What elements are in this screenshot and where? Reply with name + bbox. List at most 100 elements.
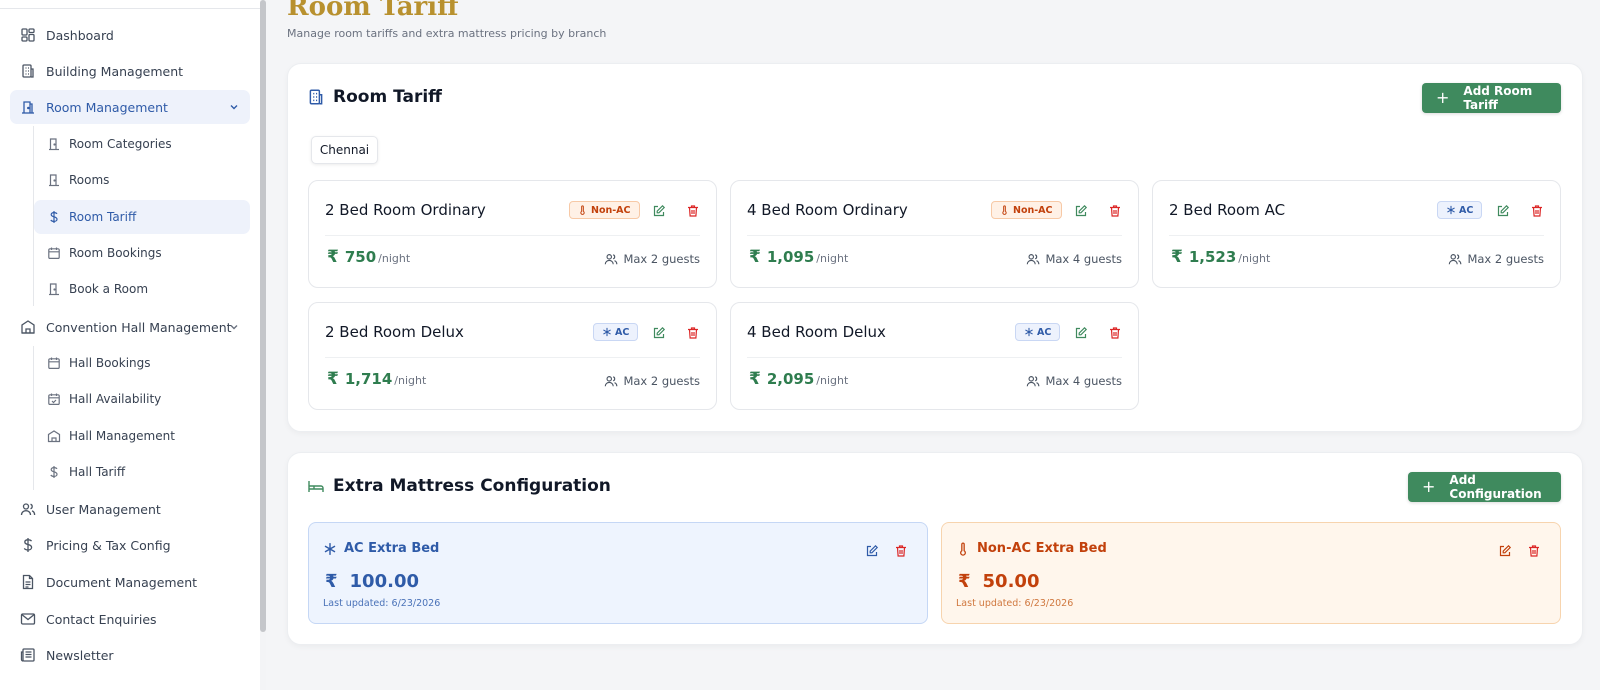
rupee-icon: ₹ xyxy=(749,369,761,389)
add-configuration-label: Add Configuration xyxy=(1449,473,1542,501)
plus-icon: + xyxy=(1436,88,1450,107)
calendar-check-icon xyxy=(47,392,61,406)
page-subtitle: Manage room tariffs and extra mattress p… xyxy=(287,27,607,40)
sidebar-item-hall-tariff[interactable]: Hall Tariff xyxy=(34,455,250,489)
edit-icon[interactable] xyxy=(1498,543,1512,557)
sidebar-item-hall-availability[interactable]: Hall Availability xyxy=(34,382,250,416)
guests-label: Max 2 guests xyxy=(623,374,700,388)
tariff-card: 2 Bed Room AC AC ₹ 1,523 /night Max 2 gu… xyxy=(1152,180,1561,288)
badge-label: Non-AC xyxy=(591,204,631,216)
sidebar-item-room-management[interactable]: Room Management xyxy=(10,90,250,124)
price-unit: /night xyxy=(378,252,411,265)
status-badge: Non-AC xyxy=(991,201,1062,219)
price-unit: /night xyxy=(1238,252,1271,265)
sidebar-item-room-categories[interactable]: Room Categories xyxy=(34,127,250,161)
status-badge: AC xyxy=(1015,323,1061,341)
sidebar-item-pricing-tax-config[interactable]: Pricing & Tax Config xyxy=(10,528,250,562)
sidebar-item-label: Contact Enquiries xyxy=(46,611,157,627)
snowflake-icon xyxy=(323,542,337,556)
room-name: 4 Bed Room Delux xyxy=(747,323,886,341)
sidebar-item-label: Newsletter xyxy=(46,647,114,663)
edit-icon[interactable] xyxy=(1074,203,1088,217)
price-amount: 750 xyxy=(344,248,377,266)
door-icon xyxy=(47,282,61,296)
sidebar-item-document-management[interactable]: Document Management xyxy=(10,565,250,599)
sidebar-divider xyxy=(0,8,260,9)
door-icon xyxy=(47,173,61,187)
tariff-card: 4 Bed Room Delux AC ₹ 2,095 /night Max 4… xyxy=(730,302,1139,410)
sidebar-item-label: Hall Tariff xyxy=(69,465,126,479)
trash-icon[interactable] xyxy=(1108,203,1122,217)
add-configuration-button[interactable]: + Add Configuration xyxy=(1408,472,1561,502)
price-amount: 100.00 xyxy=(349,571,419,592)
calendar-icon xyxy=(47,356,61,370)
thermometer-icon xyxy=(1002,205,1007,215)
tab-chennai[interactable]: Chennai xyxy=(311,136,378,164)
calendar-icon xyxy=(47,246,61,260)
building-icon xyxy=(307,88,325,106)
sidebar-item-rooms[interactable]: Rooms xyxy=(34,163,250,197)
hall-icon xyxy=(47,429,61,443)
rupee-icon: ₹ xyxy=(325,571,338,592)
rupee-icon: ₹ xyxy=(327,247,339,267)
trash-icon[interactable] xyxy=(1108,325,1122,339)
tariff-card: 2 Bed Room Delux AC ₹ 1,714 /night Max 2… xyxy=(308,302,717,410)
trash-icon[interactable] xyxy=(1530,203,1544,217)
users-icon xyxy=(1026,252,1040,266)
thermometer-icon xyxy=(956,542,970,556)
rupee-icon: ₹ xyxy=(749,247,761,267)
sidebar-item-label: Building Management xyxy=(46,63,184,79)
sidebar-item-book-a-room[interactable]: Book a Room xyxy=(34,272,250,306)
divider xyxy=(1169,235,1544,236)
sidebar-item-label: User Management xyxy=(46,501,161,517)
sidebar-item-hall-bookings[interactable]: Hall Bookings xyxy=(34,346,250,380)
sidebar-item-newsletter[interactable]: Newsletter xyxy=(10,638,250,672)
guest-capacity: Max 2 guests xyxy=(604,374,700,388)
divider xyxy=(747,235,1122,236)
add-room-tariff-label: Add Room Tariff xyxy=(1463,84,1533,112)
price-amount: 1,714 xyxy=(344,370,393,388)
trash-icon[interactable] xyxy=(686,203,700,217)
rupee-icon: ₹ xyxy=(958,571,971,592)
mattress-price: ₹ 50.00 xyxy=(958,571,1039,592)
tariff-card: 4 Bed Room Ordinary Non-AC ₹ 1,095 /nigh… xyxy=(730,180,1139,288)
rupee-icon: ₹ xyxy=(1171,247,1183,267)
chevron-down-icon xyxy=(228,321,240,333)
trash-icon[interactable] xyxy=(686,325,700,339)
guests-label: Max 2 guests xyxy=(623,252,700,266)
sidebar-scrollbar-thumb[interactable] xyxy=(260,0,266,632)
edit-icon[interactable] xyxy=(1074,325,1088,339)
document-icon xyxy=(20,574,36,590)
sidebar-item-label: Rooms xyxy=(69,173,110,187)
sidebar-item-room-tariff[interactable]: Room Tariff xyxy=(34,200,250,234)
sidebar-item-user-management[interactable]: User Management xyxy=(10,492,250,526)
sidebar-item-building-management[interactable]: Building Management xyxy=(10,54,250,88)
trash-icon[interactable] xyxy=(1527,543,1541,557)
guest-capacity: Max 4 guests xyxy=(1026,374,1122,388)
badge-label: AC xyxy=(1459,204,1474,216)
dollar-icon xyxy=(47,465,61,479)
users-icon xyxy=(1026,374,1040,388)
dollar-icon xyxy=(20,537,36,553)
door-icon xyxy=(47,137,61,151)
add-room-tariff-button[interactable]: + Add Room Tariff xyxy=(1422,83,1561,113)
edit-icon[interactable] xyxy=(865,543,879,557)
status-badge: AC xyxy=(593,323,639,341)
sidebar-item-convention-hall-management[interactable]: Convention Hall Management xyxy=(10,310,250,344)
price-unit: /night xyxy=(816,374,849,387)
edit-icon[interactable] xyxy=(1496,203,1510,217)
guest-capacity: Max 4 guests xyxy=(1026,252,1122,266)
sidebar-item-dashboard[interactable]: Dashboard xyxy=(10,18,250,52)
badge-label: AC xyxy=(615,326,630,338)
divider xyxy=(325,235,700,236)
sidebar-item-room-bookings[interactable]: Room Bookings xyxy=(34,236,250,270)
trash-icon[interactable] xyxy=(894,543,908,557)
sidebar-item-contact-enquiries[interactable]: Contact Enquiries xyxy=(10,602,250,636)
non-ac-extra-bed-card: Non-AC Extra Bed ₹ 50.00 Last updated: 6… xyxy=(941,522,1561,624)
snowflake-icon xyxy=(1025,327,1033,337)
sidebar-item-hall-management[interactable]: Hall Management xyxy=(34,419,250,453)
edit-icon[interactable] xyxy=(652,325,666,339)
sidebar: Dashboard Building Management Room Manag… xyxy=(0,0,266,690)
edit-icon[interactable] xyxy=(652,203,666,217)
room-price: ₹ 2,095 /night xyxy=(749,369,848,389)
